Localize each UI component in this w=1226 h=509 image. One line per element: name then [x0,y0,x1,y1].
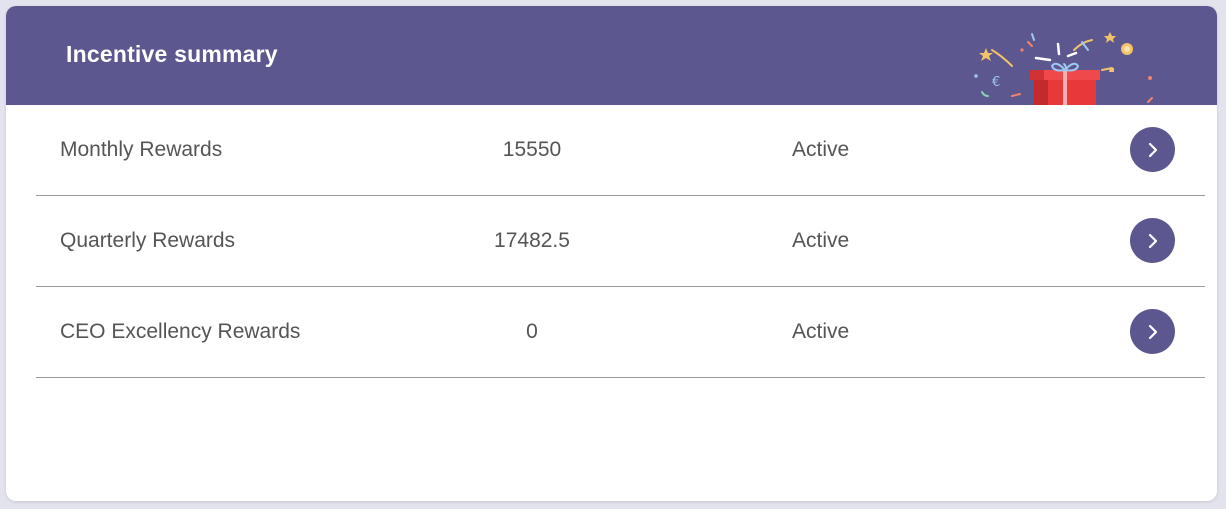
reward-status: Active [792,138,850,161]
gift-box-confetti-icon: € [974,32,1153,105]
open-ceo-excellency-rewards-button[interactable] [1130,309,1175,354]
reward-status: Active [792,320,850,343]
card-header: Incentive summary € [6,6,1217,105]
incentive-list: Monthly Rewards 15550 Active Quarterly R… [36,105,1205,378]
open-quarterly-rewards-button[interactable] [1130,218,1175,263]
svg-text:€: € [992,75,1000,90]
incentive-summary-card: Incentive summary € Monthly Rewards 1555… [6,6,1217,501]
reward-amount: 15550 [502,138,562,161]
chevron-right-icon [1148,142,1157,157]
list-item: Quarterly Rewards 17482.5 Active [36,196,1205,287]
reward-name: Monthly Rewards [60,138,223,161]
reward-status: Active [792,229,850,252]
open-monthly-rewards-button[interactable] [1130,127,1175,172]
card-title: Incentive summary [66,41,278,67]
reward-name: Quarterly Rewards [60,229,236,252]
chevron-right-icon [1148,233,1157,248]
list-item: Monthly Rewards 15550 Active [36,105,1205,196]
list-item: CEO Excellency Rewards 0 Active [36,287,1205,378]
reward-amount: 0 [526,320,538,343]
reward-name: CEO Excellency Rewards [60,320,301,343]
chevron-right-icon [1148,324,1157,339]
reward-amount: 17482.5 [494,229,570,252]
